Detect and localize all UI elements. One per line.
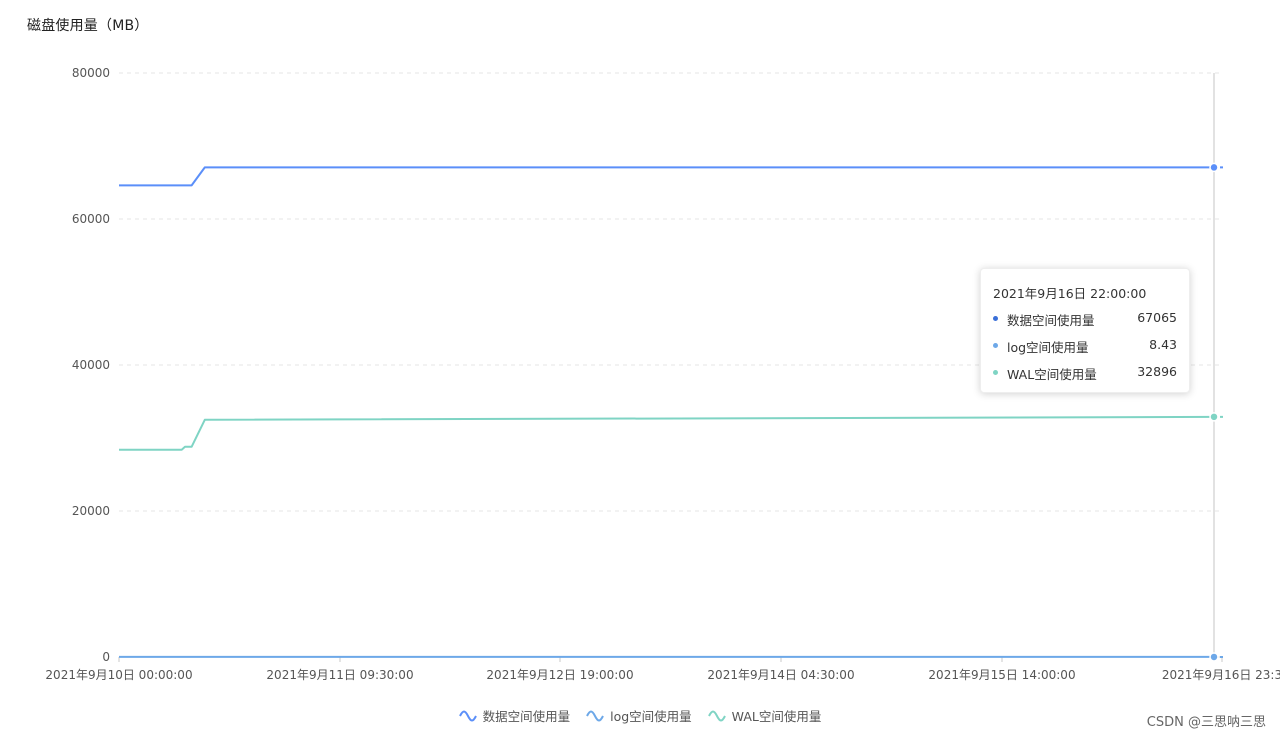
- x-tick-label: 2021年9月11日 09:30:00: [266, 668, 413, 682]
- tooltip-dot: [993, 316, 998, 321]
- x-tick-label: 2021年9月12日 19:00:00: [486, 668, 633, 682]
- series-line: [119, 166, 1214, 187]
- y-tick-label: 0: [102, 650, 110, 664]
- tooltip-row-data-space: 数据空间使用量 67065: [993, 310, 1177, 328]
- wave-line-icon: [458, 710, 477, 721]
- tooltip-row-name: log空间使用量: [1007, 340, 1089, 355]
- tooltip-row-log-space: log空间使用量 8.43: [993, 337, 1177, 355]
- y-tick-label: 40000: [72, 358, 110, 372]
- chart-area: 磁盘使用量（MB） 0 20000 40000 60000 80000 2021年9月10…: [0, 0, 1280, 735]
- hover-point: [1209, 652, 1219, 662]
- y-tick-label: 60000: [72, 212, 110, 226]
- hover-point: [1209, 162, 1219, 173]
- legend-item-wal-space[interactable]: WAL空间使用量: [707, 706, 822, 725]
- legend-label: WAL空间使用量: [731, 709, 822, 724]
- tooltip-row-value: 8.43: [1149, 337, 1177, 352]
- series-line: [119, 415, 1215, 451]
- hover-point: [1209, 412, 1219, 422]
- tooltip-row-value: 67065: [1137, 310, 1177, 325]
- legend-label: 数据空间使用量: [482, 709, 571, 724]
- tooltip-row-wal-space: WAL空间使用量 32896: [993, 364, 1177, 382]
- legend-item-data-space[interactable]: 数据空间使用量: [458, 706, 571, 725]
- tooltip-title: 2021年9月16日 22:00:00: [993, 286, 1147, 301]
- tooltip-row-name: 数据空间使用量: [1007, 313, 1095, 328]
- legend-label: log空间使用量: [610, 709, 692, 724]
- tooltip-dot: [993, 343, 998, 348]
- x-tick-label: 2021年9月16日 23:3: [1162, 668, 1280, 682]
- legend-item-log-space[interactable]: log空间使用量: [586, 706, 692, 725]
- tooltip-row-value: 32896: [1137, 364, 1177, 379]
- wave-line-icon: [586, 710, 605, 721]
- tooltip-dot: [993, 370, 998, 375]
- x-tick-label: 2021年9月15日 14:00:00: [928, 668, 1075, 682]
- tooltip-row-name: WAL空间使用量: [1007, 367, 1097, 382]
- wave-line-icon: [707, 710, 726, 721]
- y-tick-label: 20000: [72, 504, 110, 518]
- x-tick-label: 2021年9月14日 04:30:00: [707, 668, 854, 682]
- watermark: CSDN @三思呐三思: [1146, 715, 1266, 730]
- y-tick-label: 80000: [72, 66, 110, 80]
- x-tick-label: 2021年9月10日 00:00:00: [45, 668, 192, 682]
- legend: 数据空间使用量 log空间使用量 WAL空间使用量: [0, 706, 1280, 725]
- tooltip: 2021年9月16日 22:00:00 数据空间使用量 67065 log空间使…: [980, 268, 1190, 393]
